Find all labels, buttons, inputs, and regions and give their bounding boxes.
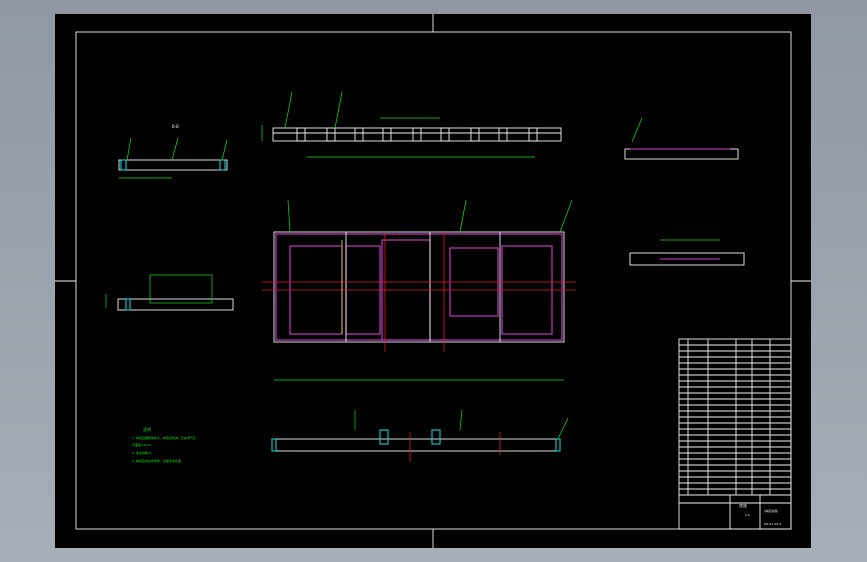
note-line: 1. 焊接后需整体校平，焊缝应饱满，无夹渣气孔 <box>132 435 196 440</box>
title-name: 底座 <box>739 502 747 508</box>
note-line: 3. 焊接完成后去毛刺，表面喷漆处理 <box>132 458 181 463</box>
section-label-bb: B-B <box>172 124 179 129</box>
title-part: (焊接总成) <box>764 508 778 513</box>
cad-drawing-canvas: B-B 说明 1. 焊接后需整体校平，焊缝应饱满，无夹渣气孔 平面度≤1mm 2… <box>55 14 811 548</box>
cad-viewport[interactable]: B-B 说明 1. 焊接后需整体校平，焊缝应饱满，无夹渣气孔 平面度≤1mm 2… <box>0 0 867 562</box>
title-scale: 1:5 <box>745 513 750 517</box>
note-line: 平面度≤1mm <box>132 442 151 447</box>
notes-title: 说明 <box>143 426 151 432</box>
note-line: 2. 未注倒角C1 <box>132 450 152 455</box>
title-drawing-no: DZ-01-00-0 <box>764 522 781 526</box>
drawing-sheet <box>55 14 811 548</box>
